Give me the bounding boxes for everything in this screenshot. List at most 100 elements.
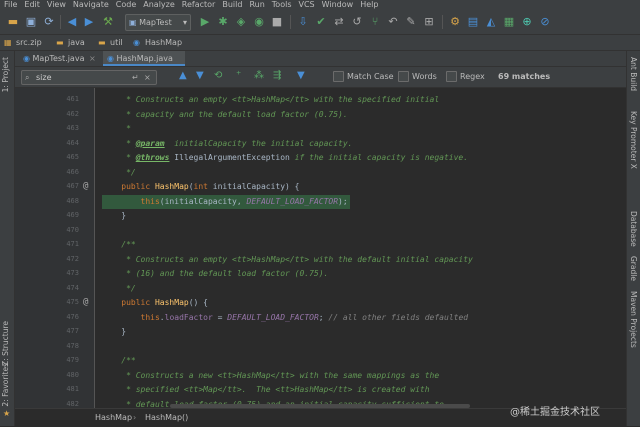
sync-icon[interactable]: ⟳ (42, 15, 56, 29)
gradle-tool-button[interactable]: Gradle (629, 256, 638, 281)
menu-item-analyze[interactable]: Analyze (139, 0, 178, 10)
open-folder-icon[interactable]: ▬ (6, 15, 20, 29)
add-occurrence-icon[interactable]: ⁺ (236, 70, 241, 81)
back-arrow-icon[interactable]: ◀ (65, 15, 79, 29)
archive-icon: ▦ (4, 38, 12, 47)
menu-item-build[interactable]: Build (218, 0, 245, 10)
code-token: /** (102, 356, 136, 365)
line-number: 481 (66, 385, 79, 393)
line-number: 480 (66, 370, 79, 379)
menu-item-vcs[interactable]: VCS (295, 0, 318, 10)
debug-icon[interactable]: ✱ (216, 15, 230, 29)
code-token: initialCapacity) { (212, 182, 300, 191)
nav-item-util[interactable]: util (110, 35, 123, 50)
build-hammer-icon[interactable]: ⚒ (101, 15, 115, 29)
close-icon[interactable]: × (89, 54, 96, 63)
menu-item-code[interactable]: Code (112, 0, 139, 10)
database-icon[interactable]: ◭ (484, 15, 498, 29)
profile-icon[interactable]: ◉ (252, 15, 266, 29)
favorites-tool-button[interactable]: 2: Favorites (1, 363, 10, 407)
regex-checkbox[interactable] (446, 71, 457, 82)
save-icon[interactable]: ▣ (24, 15, 38, 29)
commit-icon[interactable]: ✔ (314, 15, 328, 29)
run-icon[interactable]: ▶ (198, 15, 212, 29)
menu-item-run[interactable]: Run (245, 0, 267, 10)
multi-select-icon[interactable]: ⇶ (273, 70, 281, 81)
star-icon: ★ (3, 409, 11, 418)
watermark: @稀土掘金技术社区 (510, 407, 600, 418)
line-number: 468 (66, 196, 79, 205)
sdk-manager-icon[interactable]: ⚙ (448, 15, 462, 29)
search-query: size (36, 73, 52, 82)
code-editor[interactable]: * Constructs an empty <tt>HashMap</tt> w… (95, 88, 626, 408)
code-line: /** (102, 354, 136, 368)
breadcrumb-method[interactable]: HashMap() (145, 409, 188, 427)
filter-icon[interactable]: ▼ (297, 70, 305, 81)
nav-item-hashmap[interactable]: HashMap (145, 35, 182, 50)
revert-icon[interactable]: ↶ (386, 15, 400, 29)
words-checkbox[interactable] (398, 71, 409, 82)
project-structure-icon[interactable]: ⊞ (422, 15, 436, 29)
recent-searches-icon[interactable]: ↵ (132, 71, 139, 84)
compare-icon[interactable]: ⇄ (332, 15, 346, 29)
override-marker-icon[interactable]: @ (83, 297, 88, 307)
line-number: 470 (66, 225, 79, 234)
tab-maptest[interactable]: ◉ MapTest.java × (19, 51, 107, 66)
menu-item-help[interactable]: Help (356, 0, 381, 10)
maven-tool-button[interactable]: Maven Projects (629, 291, 638, 348)
forward-arrow-icon[interactable]: ▶ (82, 15, 96, 29)
menu-item-edit[interactable]: Edit (20, 0, 43, 10)
line-number: 476 (66, 312, 79, 321)
run-configuration-select[interactable]: ▣ MapTest ▾ (125, 14, 191, 31)
gradle-sync-icon[interactable]: ▦ (502, 15, 516, 29)
line-number: 469 (66, 211, 79, 219)
menu-item-tools[interactable]: Tools (268, 0, 295, 10)
select-all-occurrences-icon[interactable]: ⁂ (254, 70, 264, 81)
nav-item-src-zip[interactable]: src.zip (16, 35, 42, 50)
database-tool-button[interactable]: Database (629, 211, 638, 247)
code-token: ; (318, 312, 329, 322)
menu-item-view[interactable]: View (43, 0, 69, 10)
no-entry-icon[interactable]: ⊘ (538, 15, 552, 29)
match-case-checkbox[interactable] (333, 71, 344, 82)
breadcrumb-class[interactable]: HashMap (95, 409, 132, 427)
nav-item-java[interactable]: java (68, 35, 85, 50)
vcs-branch-icon[interactable]: ⑂ (368, 15, 382, 29)
menu-item-file[interactable]: File (0, 0, 20, 10)
code-token: IllegalArgumentException (169, 153, 290, 162)
settings-wrench-icon[interactable]: ✎ (404, 15, 418, 29)
line-number: 474 (66, 283, 79, 292)
tab-hashmap[interactable]: ◉ HashMap.java × (103, 51, 185, 78)
code-token: HashMap (154, 182, 189, 191)
menu-item-window[interactable]: Window (318, 0, 357, 10)
code-token: this (140, 312, 160, 322)
code-line: public HashMap() { (102, 296, 208, 310)
match-count: 69 matches (498, 72, 551, 81)
coverage-icon[interactable]: ◈ (234, 15, 248, 29)
find-in-path-icon[interactable]: ⟲ (214, 70, 222, 81)
menu-item-navigate[interactable]: Navigate (69, 0, 112, 10)
override-marker-icon[interactable]: @ (83, 181, 88, 191)
device-manager-icon[interactable]: ▤ (466, 15, 480, 29)
history-icon[interactable]: ↺ (350, 15, 364, 29)
line-number: 475 (66, 298, 79, 306)
code-line: this(initialCapacity, DEFAULT_LOAD_FACTO… (102, 194, 350, 209)
clear-icon[interactable]: × (144, 71, 151, 84)
plugin-icon[interactable]: ⊕ (520, 15, 534, 29)
previous-occurrence-icon[interactable]: ▲ (179, 70, 187, 81)
search-input[interactable]: ⌕ size ↵ × (21, 70, 157, 85)
project-tool-button[interactable]: 1: Project (1, 57, 10, 92)
stop-icon[interactable]: ■ (270, 15, 284, 29)
next-occurrence-icon[interactable]: ▼ (196, 70, 204, 81)
ant-build-tool-button[interactable]: Ant Build (629, 57, 638, 91)
words-label: Words (412, 72, 437, 81)
code-token: () { (188, 298, 208, 307)
key-promoter-tool-button[interactable]: Key Promoter X (629, 111, 638, 169)
update-project-icon[interactable]: ⇩ (296, 15, 310, 29)
menu-item-refactor[interactable]: Refactor (178, 0, 219, 10)
structure-tool-button[interactable]: Z: Structure (1, 321, 10, 366)
